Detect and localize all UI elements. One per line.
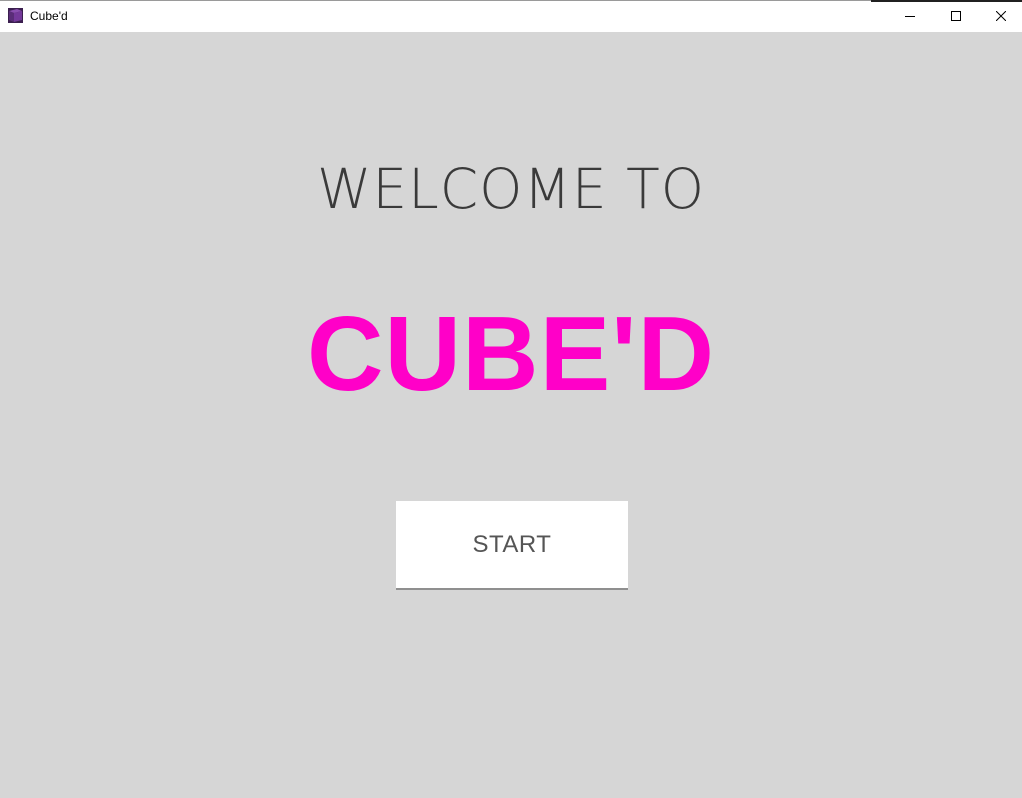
minimize-button[interactable]: [887, 0, 933, 32]
main-content: WELCOME TO CUBE'D START: [0, 32, 1022, 798]
close-icon: [996, 11, 1006, 21]
start-button[interactable]: START: [396, 501, 628, 590]
title-bar[interactable]: Cube'd: [0, 0, 1022, 32]
app-window: Cube'd WELCOME TO CUBE'D START: [0, 0, 1022, 798]
maximize-button[interactable]: [933, 0, 979, 32]
minimize-icon: [905, 16, 915, 17]
game-title: CUBE'D: [306, 295, 716, 413]
close-button[interactable]: [978, 0, 1022, 32]
window-top-edge: [0, 0, 1022, 1]
maximize-icon: [951, 11, 961, 21]
window-title: Cube'd: [30, 9, 68, 23]
welcome-heading: WELCOME TO: [316, 157, 706, 221]
cube-app-icon: [8, 8, 23, 23]
